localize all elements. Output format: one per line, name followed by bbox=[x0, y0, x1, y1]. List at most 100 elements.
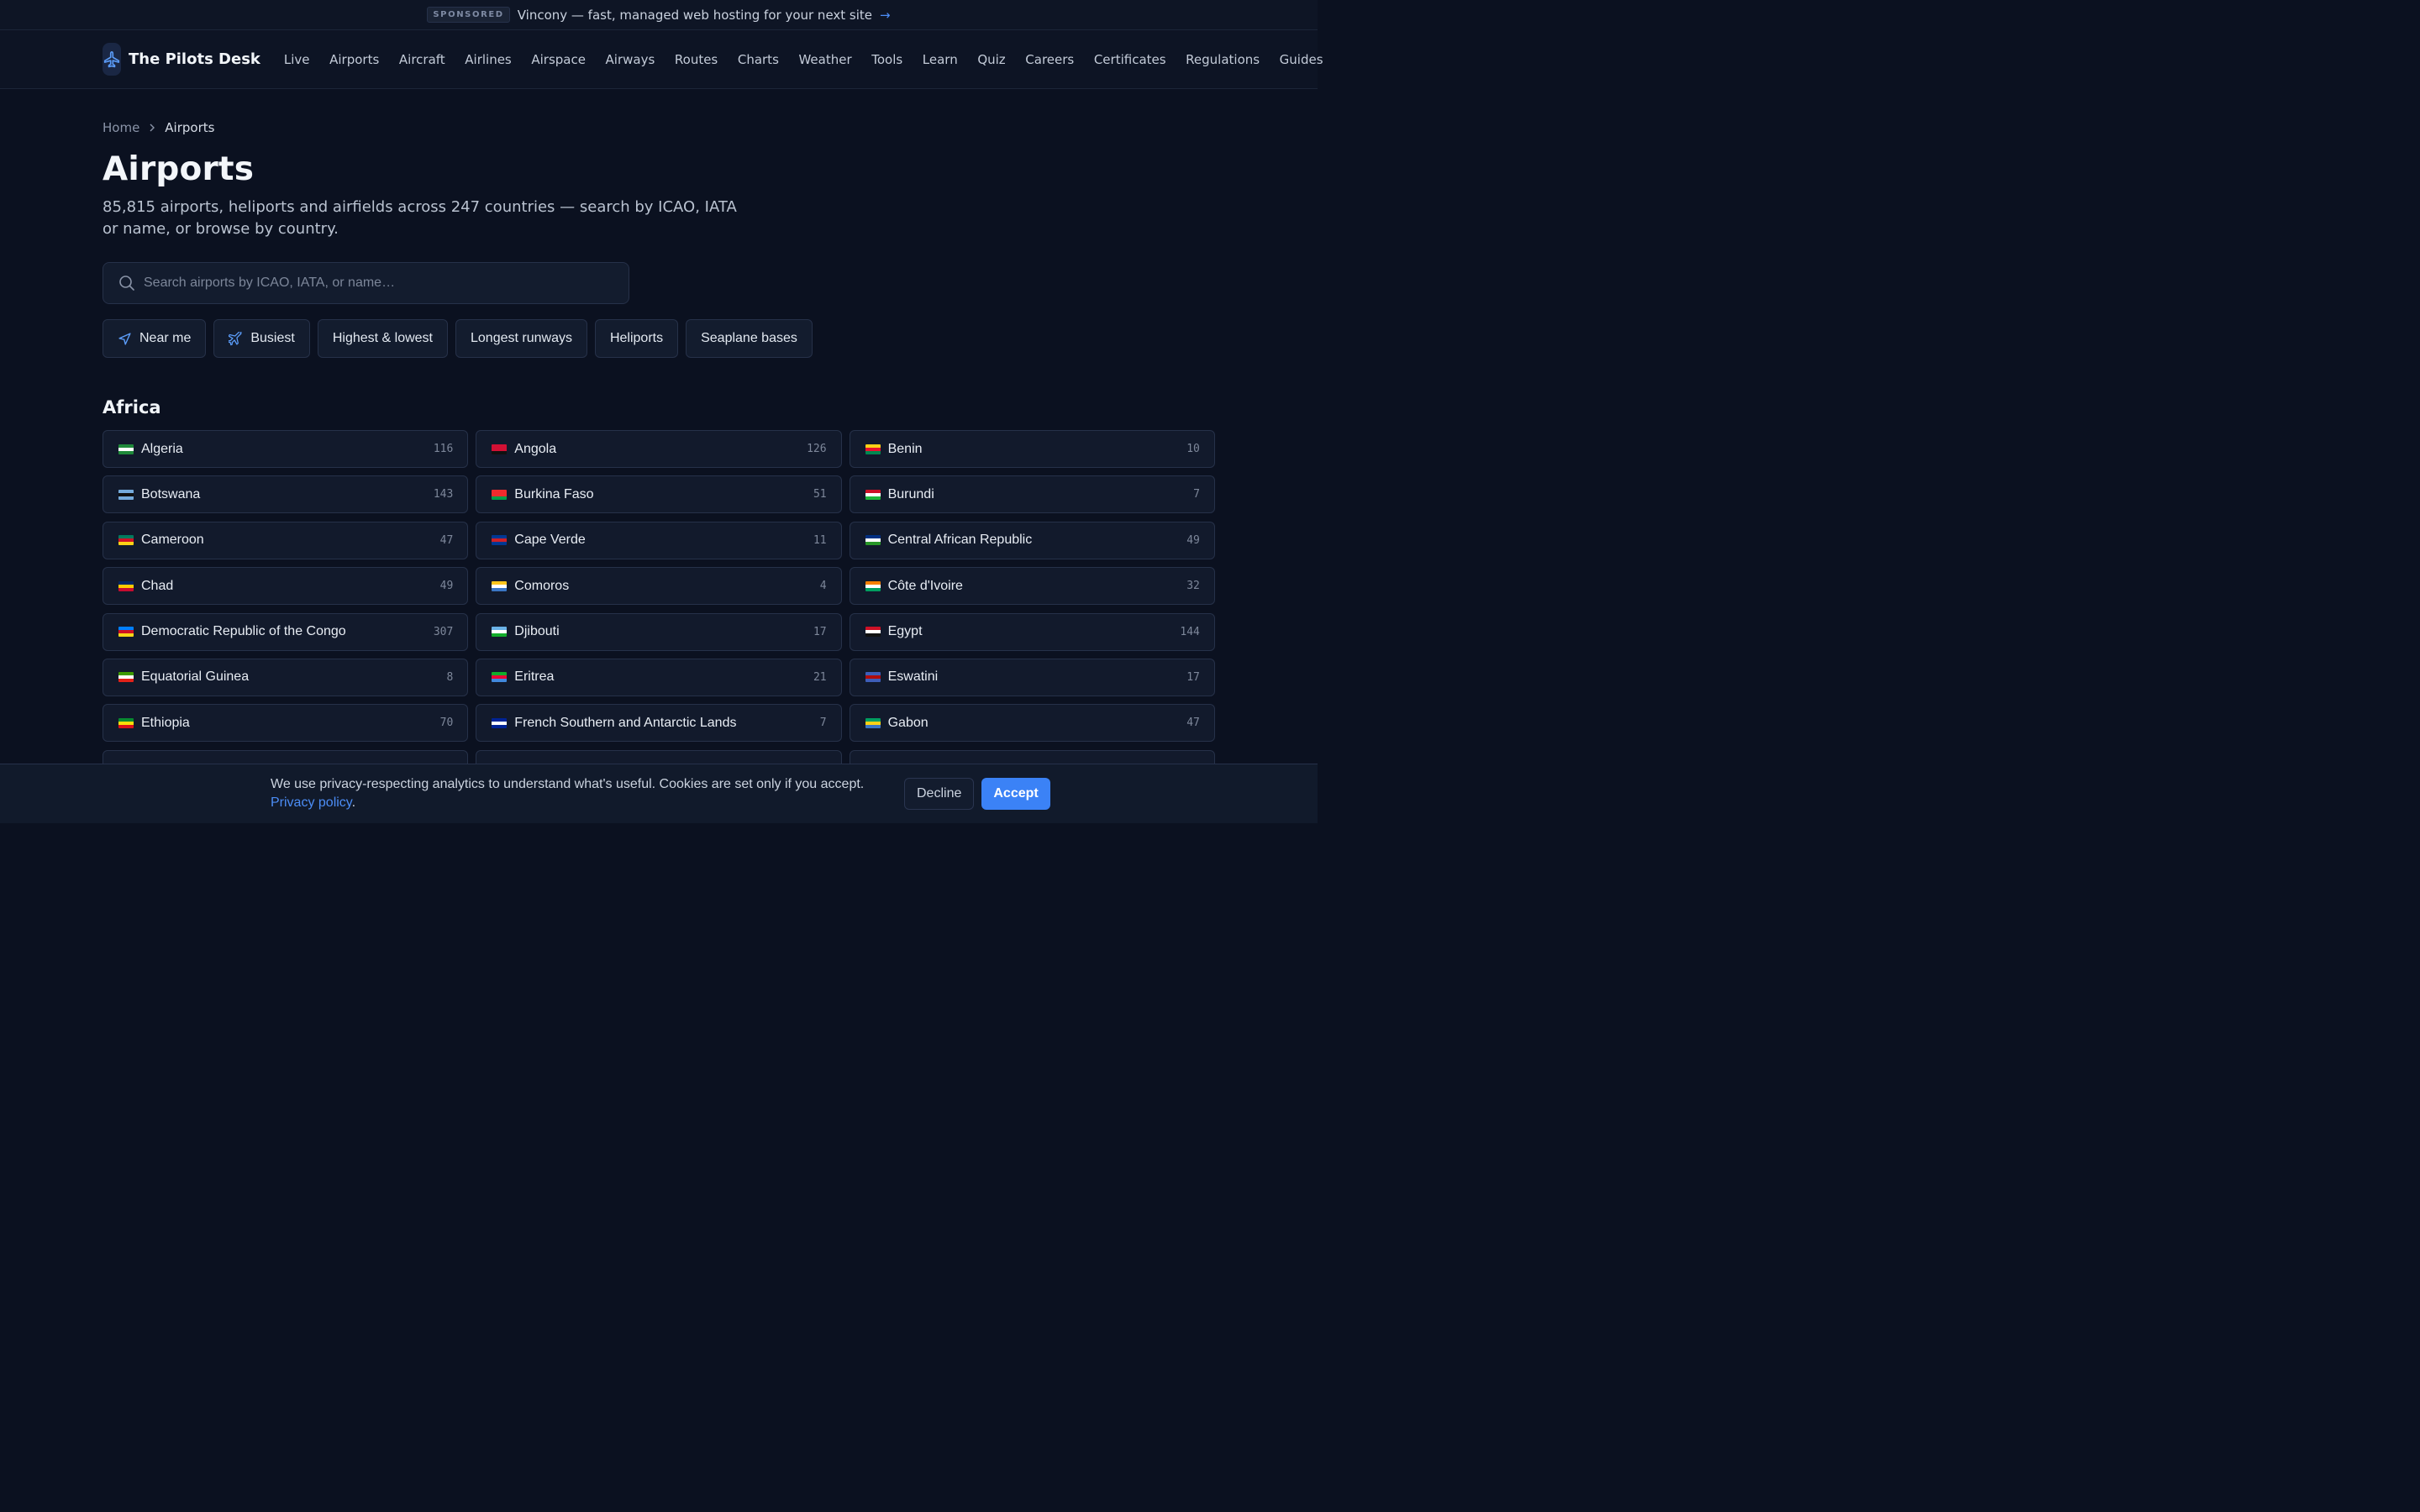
filter-label: Highest & lowest bbox=[332, 331, 433, 345]
country-card[interactable]: Benin 10 bbox=[849, 430, 1215, 468]
nav-link-regulations[interactable]: Regulations bbox=[1186, 52, 1260, 67]
flag-icon bbox=[492, 580, 508, 591]
nav-link-routes[interactable]: Routes bbox=[675, 52, 718, 67]
country-card[interactable]: Côte d'Ivoire 32 bbox=[849, 567, 1215, 606]
airport-count: 17 bbox=[1186, 670, 1200, 684]
flag-icon bbox=[118, 444, 134, 454]
airport-count: 21 bbox=[813, 670, 827, 684]
page-subtitle: 85,815 airports, heliports and airfields… bbox=[103, 198, 737, 238]
country-name: Burkina Faso bbox=[514, 486, 594, 501]
nav-link-learn[interactable]: Learn bbox=[923, 52, 958, 67]
nav-link-live[interactable]: Live bbox=[284, 52, 310, 67]
flag-icon bbox=[118, 535, 134, 546]
decline-button[interactable]: Decline bbox=[904, 778, 975, 810]
flag-icon bbox=[492, 717, 508, 728]
arrow-right-icon[interactable]: → bbox=[880, 8, 891, 23]
flag-icon bbox=[865, 580, 881, 591]
country-card[interactable]: Chad 49 bbox=[103, 567, 469, 606]
country-card[interactable]: Algeria 116 bbox=[103, 430, 469, 468]
flag-icon bbox=[118, 580, 134, 591]
country-name: Burundi bbox=[887, 486, 934, 501]
filter-highest-lowest-button[interactable]: Highest & lowest bbox=[317, 319, 448, 358]
country-card[interactable]: Botswana 143 bbox=[103, 475, 469, 514]
airport-count: 8 bbox=[446, 670, 454, 684]
main-content: Home Airports Airports 85,815 airports, … bbox=[0, 120, 1318, 788]
region-heading: Africa bbox=[103, 397, 161, 417]
breadcrumb-home[interactable]: Home bbox=[103, 120, 139, 135]
country-card[interactable]: Burundi 7 bbox=[849, 475, 1215, 514]
sponsored-banner[interactable]: SPONSORED Vincony — fast, managed web ho… bbox=[0, 0, 1318, 30]
breadcrumb: Home Airports bbox=[103, 120, 1318, 135]
country-name: Botswana bbox=[141, 486, 201, 501]
flag-icon bbox=[118, 672, 134, 683]
country-card[interactable]: Cameroon 47 bbox=[103, 521, 469, 559]
filter-seaplane-bases-button[interactable]: Seaplane bases bbox=[686, 319, 813, 358]
country-card[interactable]: Cape Verde 11 bbox=[476, 521, 842, 559]
flag-icon bbox=[865, 717, 881, 728]
country-card[interactable]: Comoros 4 bbox=[476, 567, 842, 606]
country-card[interactable]: Central African Republic 49 bbox=[849, 521, 1215, 559]
country-card[interactable]: Gabon 47 bbox=[849, 704, 1215, 743]
plane-icon bbox=[229, 331, 242, 345]
nav-link-airways[interactable]: Airways bbox=[606, 52, 655, 67]
country-card[interactable]: Burkina Faso 51 bbox=[476, 475, 842, 514]
flag-icon bbox=[865, 444, 881, 454]
country-card[interactable]: Eritrea 21 bbox=[476, 658, 842, 696]
nav-link-guides[interactable]: Guides bbox=[1280, 52, 1323, 67]
country-name: Côte d'Ivoire bbox=[887, 578, 963, 593]
country-card[interactable]: Equatorial Guinea 8 bbox=[103, 658, 469, 696]
nav-link-weather[interactable]: Weather bbox=[798, 52, 851, 67]
search-box[interactable] bbox=[103, 262, 629, 304]
airport-count: 144 bbox=[1180, 625, 1200, 638]
country-name: Central African Republic bbox=[887, 533, 1033, 548]
nav-link-quiz[interactable]: Quiz bbox=[977, 52, 1005, 67]
airport-count: 143 bbox=[433, 488, 454, 501]
nav-link-aircraft[interactable]: Aircraft bbox=[399, 52, 445, 67]
country-name: Egypt bbox=[887, 624, 923, 639]
accept-button[interactable]: Accept bbox=[981, 778, 1050, 810]
country-card[interactable]: French Southern and Antarctic Lands 7 bbox=[476, 704, 842, 743]
filter-label: Near me bbox=[139, 331, 192, 345]
brand-name[interactable]: The Pilots Desk bbox=[129, 50, 260, 68]
country-card[interactable]: Democratic Republic of the Congo 307 bbox=[103, 612, 469, 651]
flag-icon bbox=[118, 489, 134, 500]
flag-icon bbox=[492, 489, 508, 500]
country-card[interactable]: Djibouti 17 bbox=[476, 612, 842, 651]
flag-icon bbox=[865, 672, 881, 683]
logo[interactable] bbox=[103, 43, 121, 76]
filter-label: Heliports bbox=[609, 331, 664, 345]
country-name: Democratic Republic of the Congo bbox=[141, 624, 346, 639]
country-name: Djibouti bbox=[514, 624, 560, 639]
flag-icon bbox=[118, 717, 134, 728]
search-input[interactable] bbox=[144, 263, 629, 303]
country-card[interactable]: Eswatini 17 bbox=[849, 658, 1215, 696]
filter-heliports-button[interactable]: Heliports bbox=[594, 319, 679, 358]
page-title: Airports bbox=[103, 150, 255, 188]
country-name: Equatorial Guinea bbox=[141, 669, 250, 685]
site-header: The Pilots Desk Live Airports Aircraft Airl… bbox=[0, 30, 1323, 89]
airplane-icon bbox=[103, 50, 120, 67]
filter-busiest-button[interactable]: Busiest bbox=[213, 319, 310, 358]
nav-link-careers[interactable]: Careers bbox=[1025, 52, 1074, 67]
nav-link-certificates[interactable]: Certificates bbox=[1094, 52, 1166, 67]
country-name: Eswatini bbox=[887, 669, 939, 685]
nav-link-airlines[interactable]: Airlines bbox=[465, 52, 511, 67]
nav-link-tools[interactable]: Tools bbox=[871, 52, 902, 67]
country-name: Chad bbox=[141, 578, 174, 593]
flag-icon bbox=[492, 444, 508, 454]
filter-longest-runways-button[interactable]: Longest runways bbox=[455, 319, 587, 358]
country-card[interactable]: Angola 126 bbox=[476, 430, 842, 468]
nav-link-airports[interactable]: Airports bbox=[329, 52, 379, 67]
privacy-policy-link[interactable]: Privacy policy bbox=[271, 795, 352, 810]
sponsored-text[interactable]: Vincony — fast, managed web hosting for … bbox=[518, 8, 872, 23]
nav-link-airspace[interactable]: Airspace bbox=[531, 52, 586, 67]
airport-count: 4 bbox=[819, 580, 827, 593]
filter-near-me-button[interactable]: Near me bbox=[103, 319, 207, 358]
country-card[interactable]: Egypt 144 bbox=[849, 612, 1215, 651]
country-card[interactable]: Ethiopia 70 bbox=[103, 704, 469, 743]
country-name: Angola bbox=[514, 441, 557, 456]
country-name: Gabon bbox=[887, 715, 929, 730]
flag-icon bbox=[492, 672, 508, 683]
airport-count: 32 bbox=[1186, 580, 1200, 593]
nav-link-charts[interactable]: Charts bbox=[738, 52, 779, 67]
